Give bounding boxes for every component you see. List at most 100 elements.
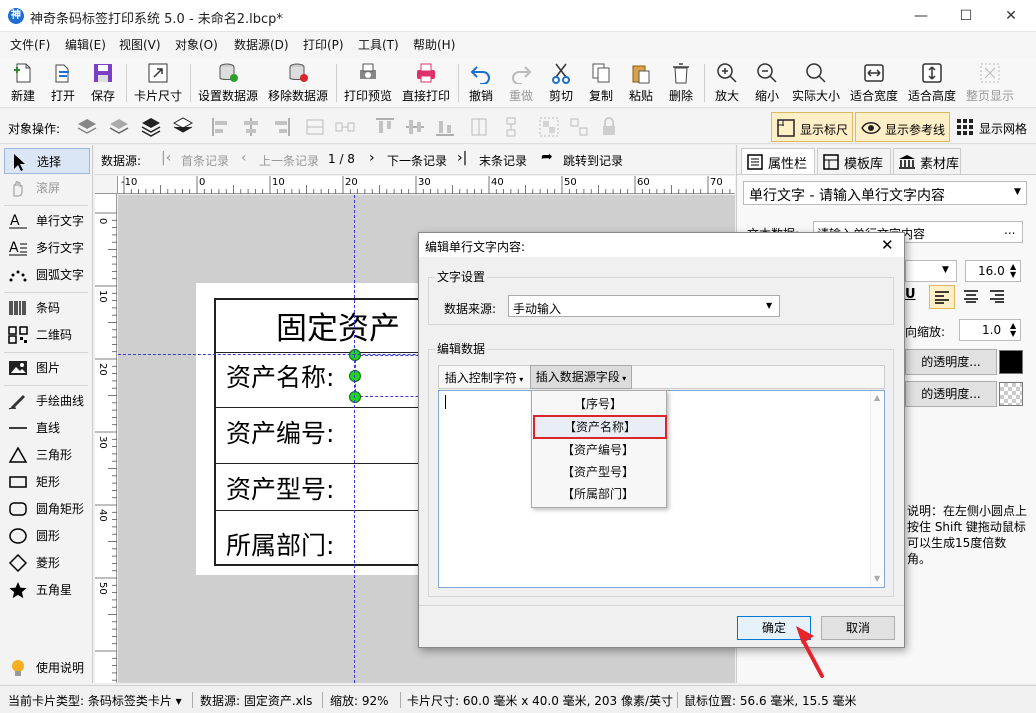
direct-print-button[interactable]: 直接打印 bbox=[400, 62, 452, 106]
color-swatch-black[interactable] bbox=[999, 350, 1023, 374]
resize-handle[interactable] bbox=[349, 349, 361, 361]
show-guides-toggle[interactable]: 显示参考线 bbox=[855, 112, 950, 142]
more-button[interactable]: ... bbox=[1004, 223, 1015, 237]
card-row-label[interactable]: 资产名称: bbox=[226, 358, 334, 394]
tool-line[interactable]: 直线 bbox=[4, 415, 90, 441]
align-left-button[interactable] bbox=[929, 285, 955, 309]
tab-properties[interactable]: 属性栏 bbox=[741, 148, 815, 174]
ungroup-icon[interactable] bbox=[568, 116, 590, 138]
dropdown-item-asset-code[interactable]: 【资产编号】 bbox=[532, 439, 664, 461]
remove-datasource-button[interactable]: 移除数据源 bbox=[266, 62, 330, 106]
space-v-icon[interactable] bbox=[500, 116, 522, 138]
data-source-select[interactable]: 手动输入 ▼ bbox=[508, 295, 780, 317]
help-guide-button[interactable]: 使用说明 bbox=[4, 655, 90, 681]
set-datasource-button[interactable]: 设置数据源 bbox=[196, 62, 260, 106]
tool-scroll[interactable]: 滚屏 bbox=[4, 175, 90, 201]
jump-to-record-button[interactable]: 跳转到记录 bbox=[563, 152, 623, 169]
layer-up-icon[interactable] bbox=[76, 116, 98, 138]
menu-tools[interactable]: 工具(T) bbox=[358, 36, 399, 53]
show-ruler-toggle[interactable]: 显示标尺 bbox=[771, 112, 853, 142]
tool-diamond[interactable]: 菱形 bbox=[4, 550, 90, 576]
align-middle-icon[interactable] bbox=[404, 116, 426, 138]
color-swatch-transparent[interactable] bbox=[999, 382, 1023, 406]
open-button[interactable]: 打开 bbox=[46, 62, 80, 106]
card-size-button[interactable]: 卡片尺寸 bbox=[132, 62, 184, 106]
tool-select[interactable]: 选择 bbox=[4, 148, 90, 174]
tool-image[interactable]: 图片 bbox=[4, 355, 90, 381]
paste-button[interactable]: 粘贴 bbox=[624, 62, 658, 106]
layer-bottom-icon[interactable] bbox=[172, 116, 194, 138]
font-select[interactable]: ▼ bbox=[905, 260, 957, 282]
tool-single-line-text[interactable]: A 单行文字 bbox=[4, 208, 90, 234]
dropdown-item-department[interactable]: 【所属部门】 bbox=[532, 483, 664, 505]
spinner-icon[interactable]: ▲ ▼ bbox=[1010, 263, 1016, 279]
tool-circle[interactable]: 圆形 bbox=[4, 523, 90, 549]
resize-handle[interactable] bbox=[349, 391, 361, 403]
tool-barcode[interactable]: 条码 bbox=[4, 295, 90, 321]
actual-size-button[interactable]: 实际大小 bbox=[790, 62, 842, 106]
menu-help[interactable]: 帮助(H) bbox=[413, 36, 455, 53]
menu-print[interactable]: 打印(P) bbox=[303, 36, 344, 53]
tab-templates[interactable]: 模板库 bbox=[817, 148, 891, 174]
fit-height-button[interactable]: 适合高度 bbox=[906, 62, 958, 106]
align-right-icon[interactable] bbox=[270, 116, 292, 138]
h-scale-input[interactable]: 1.0 ▲ ▼ bbox=[959, 319, 1021, 341]
next-record-button[interactable]: 下一条记录 bbox=[387, 152, 447, 169]
insert-datasource-field-button[interactable]: 插入数据源字段 ▾ bbox=[530, 365, 632, 389]
distribute-v-icon[interactable] bbox=[468, 116, 490, 138]
prev-record-button[interactable]: 上一条记录 bbox=[259, 152, 319, 169]
undo-button[interactable]: 撤销 bbox=[464, 62, 498, 106]
card-type-status[interactable]: 当前卡片类型: 条码标签类卡片 ▾ bbox=[8, 692, 182, 709]
new-button[interactable]: 新建 bbox=[6, 62, 40, 106]
scroll-up-icon[interactable]: ▲ bbox=[874, 393, 880, 402]
layer-top-icon[interactable] bbox=[140, 116, 162, 138]
dropdown-item-seq[interactable]: 【序号】 bbox=[532, 393, 664, 415]
align-top-icon[interactable] bbox=[374, 116, 396, 138]
resize-handle[interactable] bbox=[349, 370, 361, 382]
tool-star[interactable]: 五角星 bbox=[4, 577, 90, 603]
print-preview-button[interactable]: 打印预览 bbox=[342, 62, 394, 106]
menu-view[interactable]: 视图(V) bbox=[119, 36, 161, 53]
transparency-button-2[interactable]: 的透明度... bbox=[905, 381, 997, 407]
spinner-icon[interactable]: ▲ ▼ bbox=[1010, 322, 1016, 338]
group-icon[interactable] bbox=[538, 116, 560, 138]
save-button[interactable]: 保存 bbox=[86, 62, 120, 106]
underline-button[interactable]: U bbox=[905, 287, 916, 302]
align-left-icon[interactable] bbox=[210, 116, 232, 138]
fit-width-button[interactable]: 适合宽度 bbox=[848, 62, 900, 106]
editor-scrollbar[interactable]: ▲ ▼ bbox=[870, 391, 884, 587]
tool-freehand[interactable]: 手绘曲线 bbox=[4, 388, 90, 414]
menu-file[interactable]: 文件(F) bbox=[10, 36, 50, 53]
menu-datasource[interactable]: 数据源(D) bbox=[234, 36, 289, 53]
show-grid-toggle[interactable]: 显示网格 bbox=[954, 112, 1034, 142]
menu-object[interactable]: 对象(O) bbox=[175, 36, 218, 53]
cancel-button[interactable]: 取消 bbox=[821, 616, 895, 640]
minimize-button[interactable]: — bbox=[898, 0, 944, 32]
distribute-h-icon[interactable] bbox=[304, 116, 326, 138]
zoom-in-button[interactable]: 放大 bbox=[710, 62, 744, 106]
dialog-close-button[interactable]: ✕ bbox=[881, 236, 894, 254]
delete-button[interactable]: 删除 bbox=[664, 62, 698, 106]
text-align-center-icon[interactable] bbox=[963, 289, 979, 303]
align-center-icon[interactable] bbox=[240, 116, 262, 138]
text-align-right-icon[interactable] bbox=[989, 289, 1005, 303]
copy-button[interactable]: 复制 bbox=[584, 62, 618, 106]
cut-button[interactable]: 剪切 bbox=[544, 62, 578, 106]
redo-button[interactable]: 重做 bbox=[504, 62, 538, 106]
zoom-out-button[interactable]: 缩小 bbox=[750, 62, 784, 106]
card-title[interactable]: 固定资产 bbox=[276, 303, 400, 348]
tool-multi-line-text[interactable]: A 多行文字 bbox=[4, 235, 90, 261]
card-row-label[interactable]: 资产型号: bbox=[226, 470, 334, 506]
card-row-label[interactable]: 资产编号: bbox=[226, 414, 334, 450]
guide-line-vertical[interactable] bbox=[354, 195, 355, 683]
align-bottom-icon[interactable] bbox=[434, 116, 456, 138]
font-size-input[interactable]: 16.0 ▲ ▼ bbox=[965, 260, 1021, 282]
tool-arc-text[interactable]: 圆弧文字 bbox=[4, 262, 90, 288]
last-record-button[interactable]: 末条记录 bbox=[479, 152, 527, 169]
scroll-down-icon[interactable]: ▼ bbox=[874, 574, 880, 583]
lock-icon[interactable] bbox=[598, 116, 620, 138]
menu-edit[interactable]: 编辑(E) bbox=[65, 36, 106, 53]
first-record-button[interactable]: 首条记录 bbox=[181, 152, 229, 169]
tool-qrcode[interactable]: 二维码 bbox=[4, 322, 90, 348]
whole-page-button[interactable]: 整页显示 bbox=[964, 62, 1016, 106]
